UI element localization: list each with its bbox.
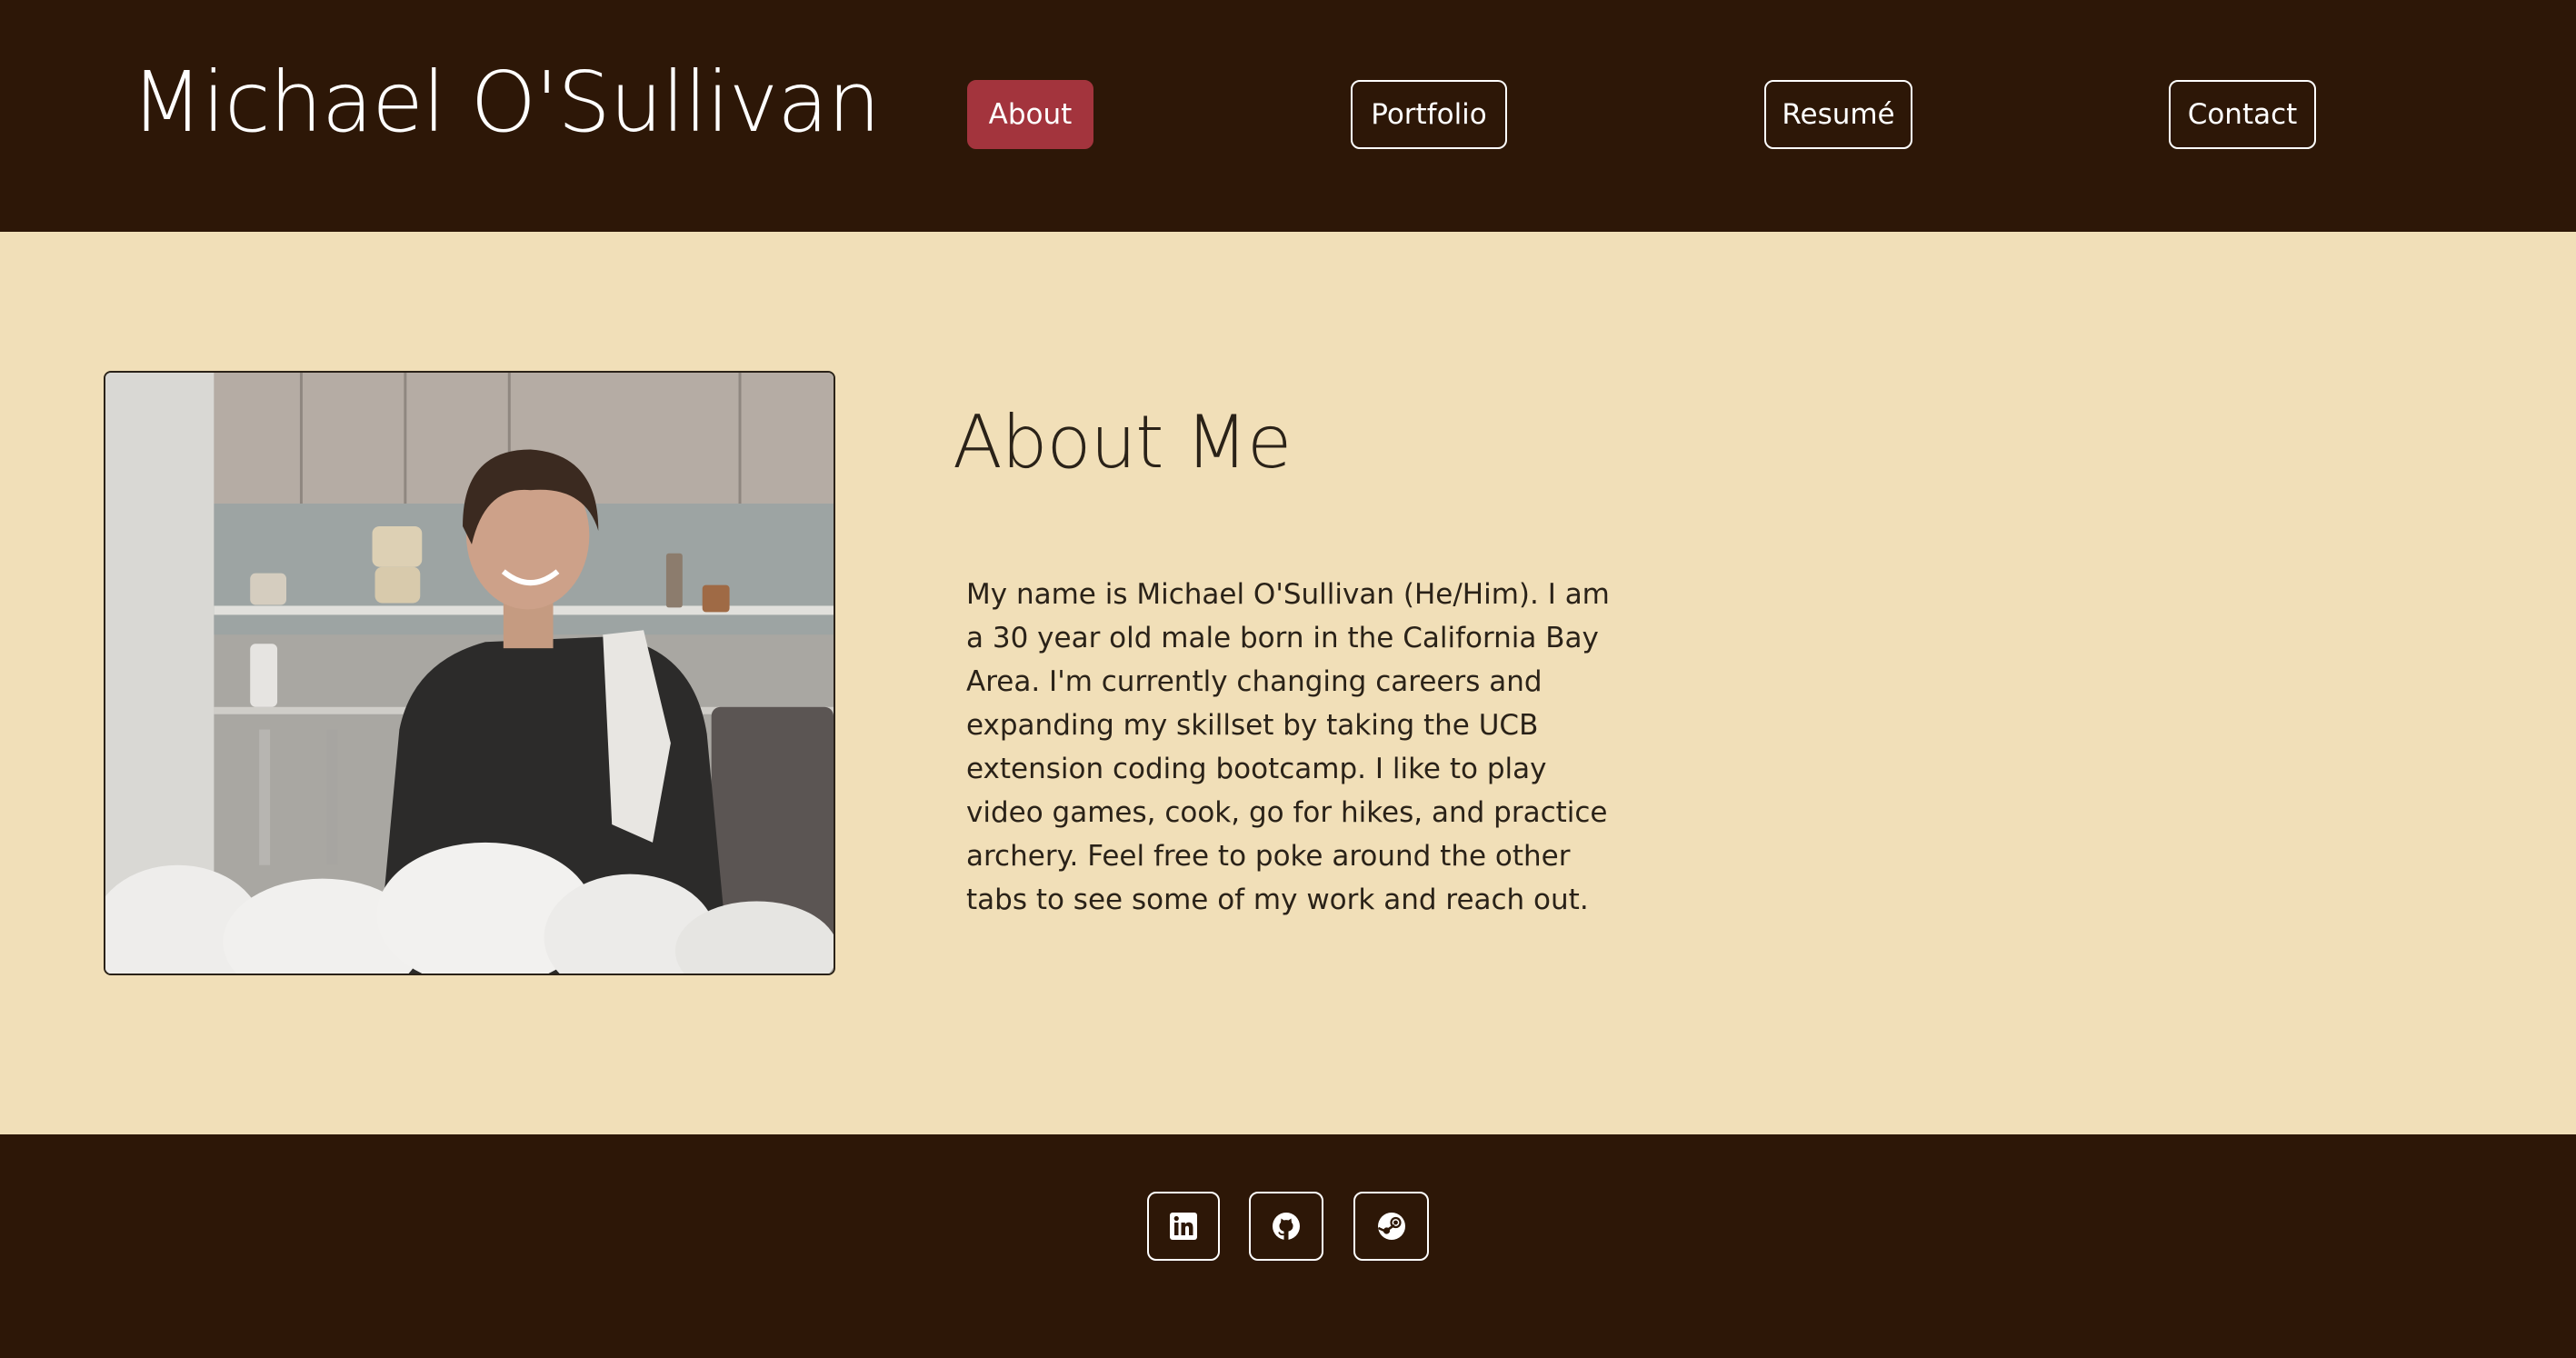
nav-portfolio-button[interactable]: Portfolio [1351,80,1507,149]
nav-about-button[interactable]: About [967,80,1093,149]
main-content: About Me My name is Michael O'Sullivan (… [0,232,2576,1134]
steam-icon [1377,1213,1405,1240]
about-paragraph: My name is Michael O'Sullivan (He/Him). … [966,578,1610,916]
github-link[interactable] [1249,1192,1323,1261]
linkedin-link[interactable] [1147,1192,1220,1261]
profile-photo [104,371,835,975]
linkedin-icon [1170,1213,1197,1240]
nav-contact-button[interactable]: Contact [2169,80,2316,149]
site-title: Michael O'Sullivan [131,54,881,151]
about-heading: About Me [953,400,1292,484]
nav-resume-button[interactable]: Resumé [1764,80,1912,149]
github-icon [1273,1213,1300,1240]
steam-link[interactable] [1353,1192,1429,1261]
site-footer [0,1134,2576,1358]
site-header: Michael O'Sullivan About Portfolio Resum… [0,0,2576,232]
